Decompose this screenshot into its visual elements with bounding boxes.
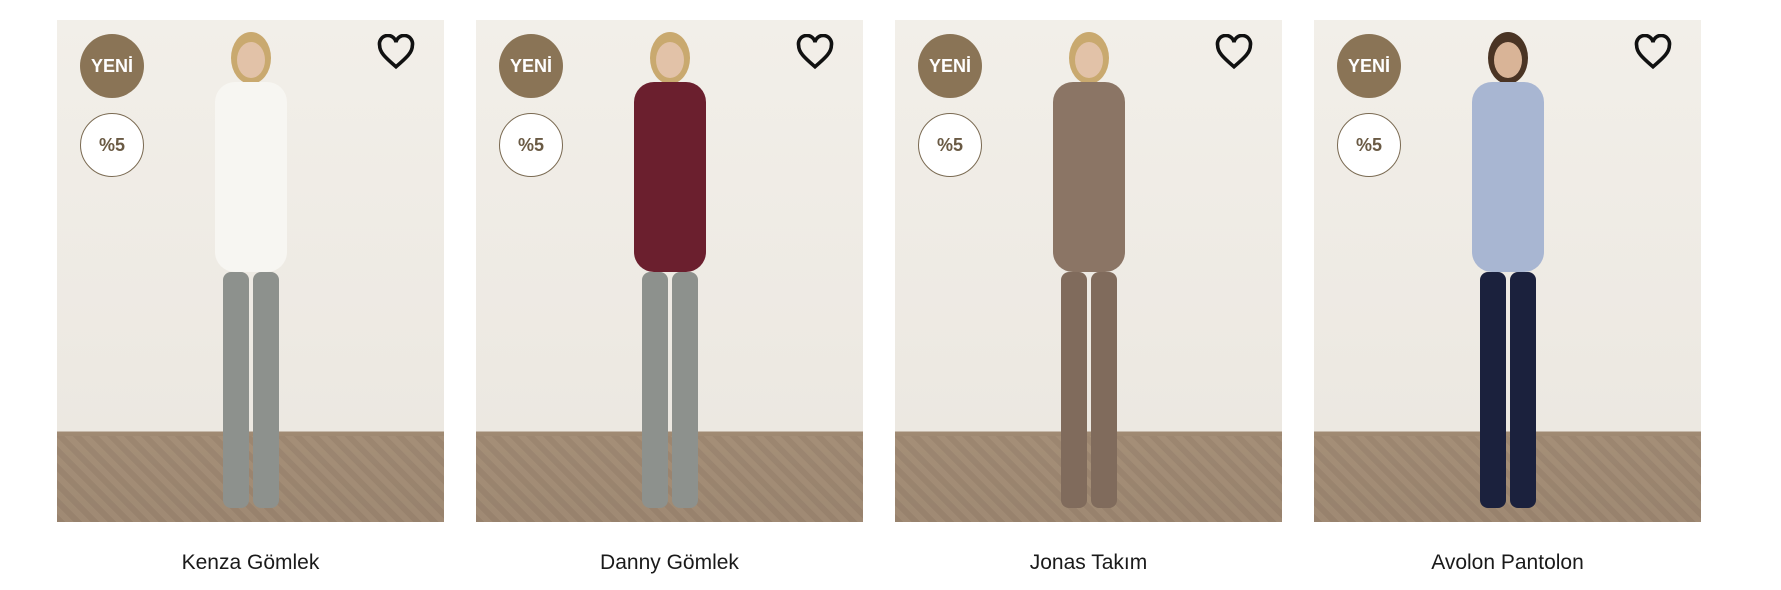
product-image[interactable]: YENİ %5	[895, 20, 1282, 522]
product-image[interactable]: YENİ %5	[1314, 20, 1701, 522]
new-badge: YENİ	[918, 34, 982, 98]
heart-icon[interactable]	[376, 34, 416, 70]
leg	[1479, 272, 1506, 508]
model-figure	[1471, 32, 1544, 508]
model-figure	[633, 32, 706, 508]
top	[633, 82, 706, 272]
leg	[252, 272, 279, 508]
new-badge: YENİ	[80, 34, 144, 98]
face	[1074, 42, 1103, 78]
leg	[641, 272, 668, 508]
heart-icon[interactable]	[795, 34, 835, 70]
top	[214, 82, 287, 272]
new-badge: YENİ	[1337, 34, 1401, 98]
leg	[1090, 272, 1117, 508]
heart-icon[interactable]	[1214, 34, 1254, 70]
leg	[671, 272, 698, 508]
product-grid: YENİ %5 Kenza Gömlek YENİ %5 Danny Gömle	[57, 20, 1727, 580]
leg	[1060, 272, 1087, 508]
face	[1493, 42, 1522, 78]
product-card[interactable]: YENİ %5 Danny Gömlek	[476, 20, 863, 580]
product-image[interactable]: YENİ %5	[476, 20, 863, 522]
new-badge: YENİ	[499, 34, 563, 98]
discount-badge: %5	[499, 113, 563, 177]
product-name[interactable]: Kenza Gömlek	[57, 550, 444, 576]
product-name[interactable]: Danny Gömlek	[476, 550, 863, 576]
product-name[interactable]: Jonas Takım	[895, 550, 1282, 576]
face	[236, 42, 265, 78]
top	[1471, 82, 1544, 272]
face	[655, 42, 684, 78]
discount-badge: %5	[1337, 113, 1401, 177]
product-card[interactable]: YENİ %5 Jonas Takım	[895, 20, 1282, 580]
model-figure	[1052, 32, 1125, 508]
heart-icon[interactable]	[1633, 34, 1673, 70]
model-figure	[214, 32, 287, 508]
leg	[222, 272, 249, 508]
product-card[interactable]: YENİ %5 Avolon Pantolon	[1314, 20, 1701, 580]
product-name[interactable]: Avolon Pantolon	[1314, 550, 1701, 576]
product-image[interactable]: YENİ %5	[57, 20, 444, 522]
discount-badge: %5	[80, 113, 144, 177]
top	[1052, 82, 1125, 272]
discount-badge: %5	[918, 113, 982, 177]
product-card[interactable]: YENİ %5 Kenza Gömlek	[57, 20, 444, 580]
leg	[1509, 272, 1536, 508]
